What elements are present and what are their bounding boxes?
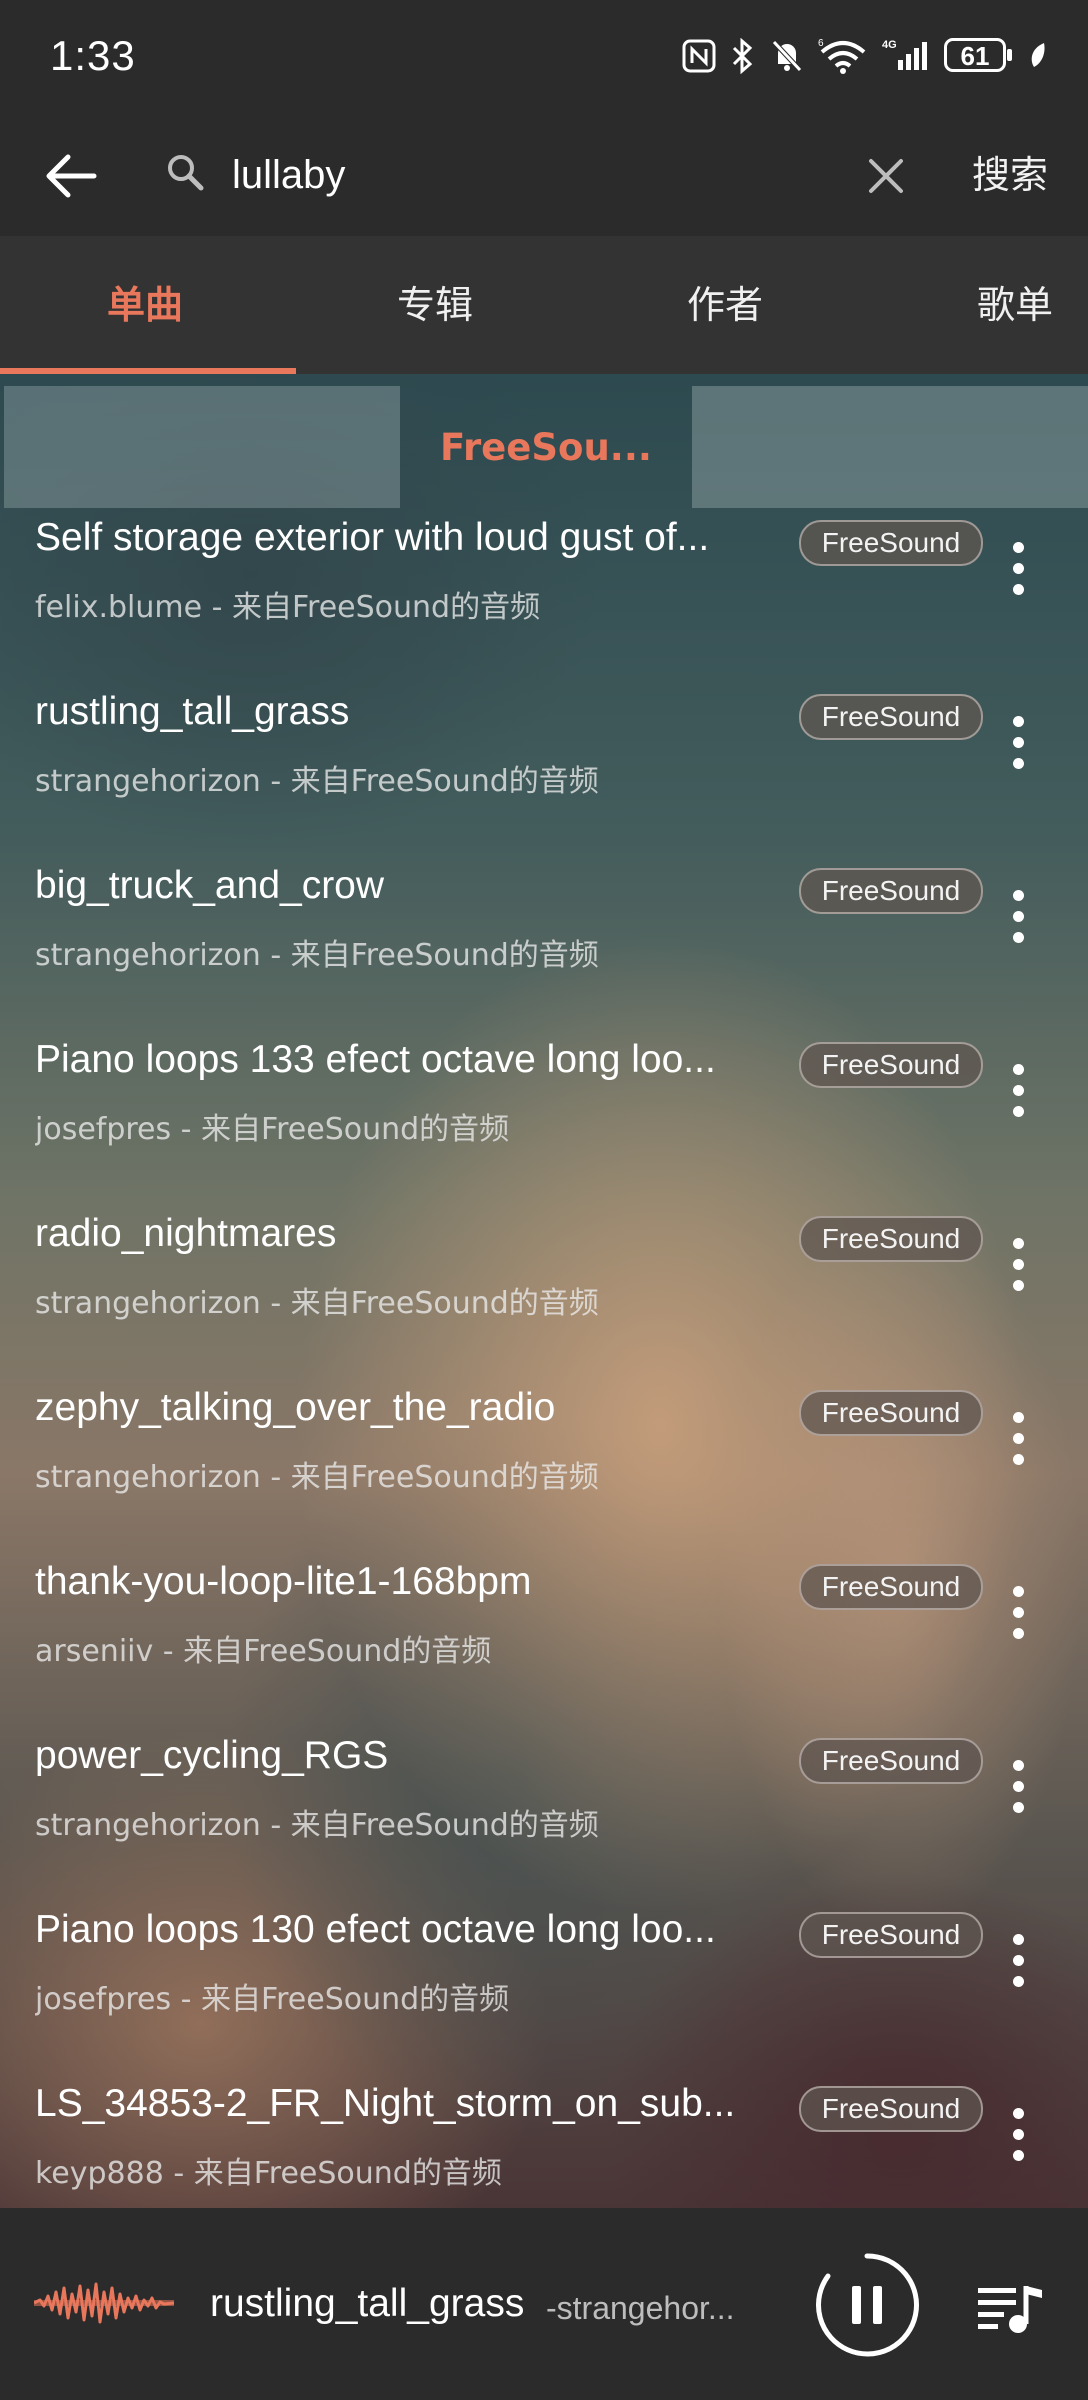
svg-text:6: 6 (818, 38, 824, 49)
song-title: thank-you-loop-lite1-168bpm (35, 1560, 532, 1603)
song-subtitle: strangehorizon - 来自FreeSound的音频 (35, 764, 599, 799)
song-subtitle: strangehorizon - 来自FreeSound的音频 (35, 1286, 599, 1321)
now-playing-bar[interactable]: rustling_tall_grass -strangehor... (0, 2208, 1088, 2400)
source-filter-strip: FreeSou... (0, 386, 1088, 508)
status-bar: 1:33 6 4G 61 (0, 0, 1088, 116)
wifi-icon: 6 (818, 38, 866, 74)
more-options-icon[interactable] (998, 2094, 1038, 2174)
song-title: LS_34853-2_FR_Night_storm_on_sub... (35, 2082, 736, 2125)
search-submit-button[interactable]: 搜索 (972, 144, 1048, 199)
tab-playlists[interactable]: 歌单 (940, 274, 1088, 329)
clear-search-button[interactable] (858, 148, 914, 204)
more-options-icon[interactable] (998, 1398, 1038, 1478)
search-icon (168, 155, 204, 191)
search-input[interactable] (232, 142, 832, 208)
song-title: Self storage exterior with loud gust of.… (35, 516, 710, 559)
now-playing-title: rustling_tall_grass (210, 2282, 525, 2325)
nfc-icon (682, 39, 716, 73)
search-bar: 搜索 (0, 116, 1088, 236)
svg-text:4G: 4G (882, 39, 897, 51)
status-time: 1:33 (50, 32, 136, 79)
bluetooth-icon (732, 38, 753, 74)
mute-bell-icon (772, 40, 802, 72)
song-subtitle: strangehorizon - 来自FreeSound的音频 (35, 1808, 599, 1843)
song-title: rustling_tall_grass (35, 690, 350, 733)
list-item[interactable]: big_truck_and_crow strangehorizon - 来自Fr… (0, 856, 1088, 1030)
source-chip-next[interactable] (692, 386, 1088, 508)
more-options-icon[interactable] (998, 702, 1038, 782)
tab-albums[interactable]: 专辑 (360, 274, 510, 329)
category-tabs: 单曲 专辑 作者 歌单 (0, 236, 1088, 374)
search-results: FreeSou... Self storage exterior with lo… (0, 374, 1088, 2208)
list-item[interactable]: Piano loops 133 efect octave long loo...… (0, 1030, 1088, 1204)
list-item[interactable]: Self storage exterior with loud gust of.… (0, 508, 1088, 682)
leaf-icon (1031, 43, 1045, 67)
more-options-icon[interactable] (998, 1920, 1038, 2000)
song-title: Piano loops 133 efect octave long loo... (35, 1038, 716, 1081)
song-title: power_cycling_RGS (35, 1734, 389, 1777)
source-badge: FreeSound (799, 1216, 983, 1262)
more-options-icon[interactable] (998, 1050, 1038, 1130)
more-options-icon[interactable] (998, 1224, 1038, 1304)
song-title: Piano loops 130 efect octave long loo... (35, 1908, 716, 1951)
song-subtitle: josefpres - 来自FreeSound的音频 (35, 1112, 510, 1147)
waveform-icon (34, 2282, 174, 2324)
list-item[interactable]: radio_nightmares strangehorizon - 来自Free… (0, 1204, 1088, 1378)
more-options-icon[interactable] (998, 528, 1038, 608)
back-button[interactable] (36, 141, 106, 211)
song-subtitle: keyp888 - 来自FreeSound的音频 (35, 2156, 502, 2191)
source-badge: FreeSound (799, 1738, 983, 1784)
source-badge: FreeSound (799, 1042, 983, 1088)
source-badge: FreeSound (799, 1564, 983, 1610)
pause-button[interactable] (814, 2252, 920, 2358)
status-icons: 6 4G 61 (682, 34, 1048, 78)
now-playing-artist: -strangehor... (546, 2290, 735, 2326)
source-badge: FreeSound (799, 1390, 983, 1436)
more-options-icon[interactable] (998, 1746, 1038, 1826)
close-icon (869, 159, 903, 193)
list-item[interactable]: power_cycling_RGS strangehorizon - 来自Fre… (0, 1726, 1088, 1900)
song-subtitle: josefpres - 来自FreeSound的音频 (35, 1982, 510, 2017)
tab-authors[interactable]: 作者 (650, 274, 800, 329)
more-options-icon[interactable] (998, 1572, 1038, 1652)
song-subtitle: strangehorizon - 来自FreeSound的音频 (35, 1460, 599, 1495)
song-subtitle: felix.blume - 来自FreeSound的音频 (35, 590, 541, 625)
source-badge: FreeSound (799, 2086, 983, 2132)
cellular-signal-icon: 4G (882, 39, 927, 70)
battery-indicator: 61 (944, 38, 1014, 74)
song-title: big_truck_and_crow (35, 864, 385, 907)
song-subtitle: arseniiv - 来自FreeSound的音频 (35, 1634, 492, 1669)
battery-level: 61 (960, 41, 990, 71)
source-badge: FreeSound (799, 1912, 983, 1958)
list-item[interactable]: rustling_tall_grass strangehorizon - 来自F… (0, 682, 1088, 856)
source-badge: FreeSound (799, 694, 983, 740)
arrow-left-icon (46, 154, 97, 198)
playlist-queue-icon[interactable] (976, 2280, 1046, 2336)
song-subtitle: strangehorizon - 来自FreeSound的音频 (35, 938, 599, 973)
source-chip-previous[interactable] (4, 386, 400, 508)
source-chip-active[interactable]: FreeSou... (400, 386, 692, 508)
song-title: zephy_talking_over_the_radio (35, 1386, 556, 1429)
list-item[interactable]: Piano loops 130 efect octave long loo...… (0, 1900, 1088, 2074)
more-options-icon[interactable] (998, 876, 1038, 956)
list-item[interactable]: LS_34853-2_FR_Night_storm_on_sub... keyp… (0, 2074, 1088, 2208)
list-item[interactable]: zephy_talking_over_the_radio strangehori… (0, 1378, 1088, 1552)
song-title: radio_nightmares (35, 1212, 337, 1255)
source-badge: FreeSound (799, 520, 983, 566)
tab-singles[interactable]: 单曲 (70, 274, 220, 329)
list-item[interactable]: thank-you-loop-lite1-168bpm arseniiv - 来… (0, 1552, 1088, 1726)
source-badge: FreeSound (799, 868, 983, 914)
